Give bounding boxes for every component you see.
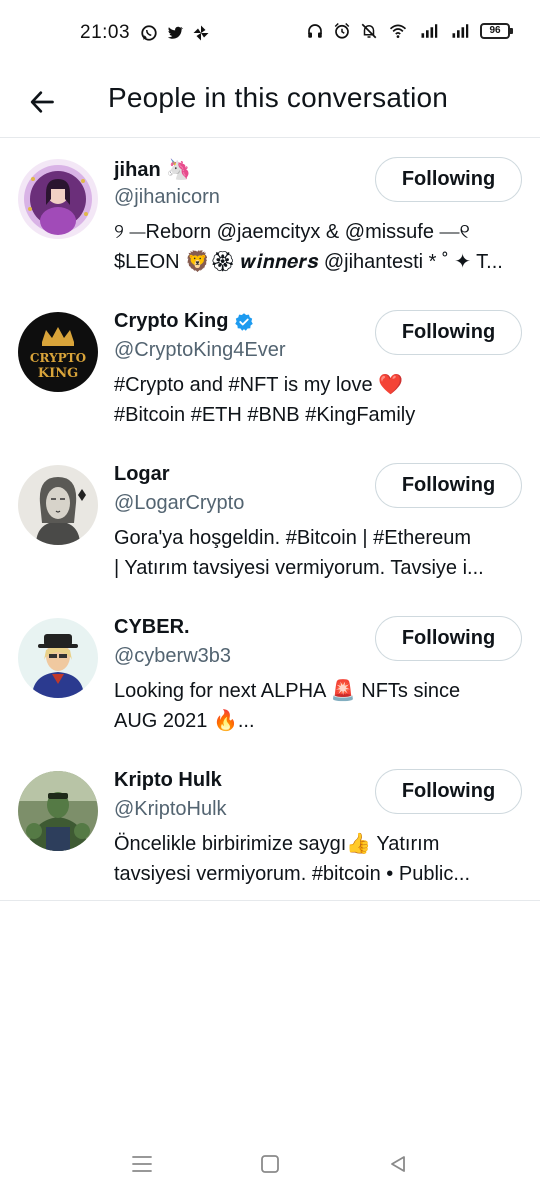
bio-line: ୨ ⎯⎯Reborn @jaemcityx & @missufe ⎯⎯୧ — [114, 221, 470, 243]
home-button[interactable] — [252, 1146, 288, 1182]
bio-line: tavsiyesi vermiyorum. #bitcoin • Public.… — [114, 863, 471, 885]
name-row: Crypto King — [114, 310, 254, 333]
following-button[interactable]: Following — [375, 769, 522, 814]
user-handle[interactable]: @CryptoKing4Ever — [114, 339, 285, 362]
pinwheel-icon — [193, 25, 209, 41]
list-item[interactable]: CRYPTO KING Crypto King @CryptoKing4Ever… — [0, 292, 540, 444]
bio-line: $LEON 🦁🏵 𝒘𝒊𝒏𝒏𝒆𝒓𝒔 @jihantesti * ˚ ✦ T... — [114, 251, 503, 273]
bio-line: | Yatırım tavsiyesi vermiyorum. Tavsiye … — [114, 557, 484, 579]
bio-line: AUG 2021 🔥... — [114, 710, 255, 732]
bio-line: Gora'ya hoşgeldin. #Bitcoin | #Ethereum — [114, 527, 471, 549]
display-name[interactable]: jihan 🦄 — [114, 157, 191, 182]
display-name[interactable]: Kripto Hulk — [114, 769, 222, 792]
avatar-logo-text: CRYPTO — [30, 351, 86, 365]
display-name[interactable]: CYBER. — [114, 616, 190, 639]
list-end-divider — [0, 900, 540, 901]
user-bio: Looking for next ALPHA 🚨 NFTs since AUG … — [114, 676, 524, 736]
list-item[interactable]: Logar @LogarCrypto Gora'ya hoşgeldin. #B… — [0, 445, 540, 597]
back-arrow-icon — [30, 91, 54, 113]
back-triangle-icon — [391, 1156, 405, 1172]
whatsapp-icon — [141, 25, 157, 41]
people-list: jihan 🦄 @jihanicorn ୨ ⎯⎯Reborn @jaemcity… — [0, 139, 540, 903]
page-title: People in this conversation — [108, 82, 449, 113]
bio-line: #Crypto and #NFT is my love ❤️ — [114, 374, 404, 396]
avatar-logo-text: KING — [38, 366, 78, 381]
twitter-icon — [167, 26, 184, 39]
avatar[interactable] — [18, 618, 98, 698]
list-item[interactable]: jihan 🦄 @jihanicorn ୨ ⎯⎯Reborn @jaemcity… — [0, 139, 540, 291]
user-handle[interactable]: @KriptoHulk — [114, 798, 227, 821]
battery-indicator: 96 — [480, 23, 513, 39]
conversation-header: People in this conversation — [0, 70, 540, 138]
recent-apps-button[interactable] — [124, 1146, 160, 1182]
list-item[interactable]: Kripto Hulk @KriptoHulk Öncelikle birbir… — [0, 751, 540, 903]
name-row: Kripto Hulk — [114, 769, 222, 792]
status-time: 21:03 — [80, 22, 131, 43]
bio-line: Öncelikle birbirimize saygı👍 Yatırım — [114, 833, 440, 855]
avatar[interactable]: CRYPTO KING — [18, 312, 98, 392]
name-row: jihan 🦄 — [114, 157, 191, 182]
following-button[interactable]: Following — [375, 616, 522, 661]
following-button[interactable]: Following — [375, 157, 522, 202]
user-handle[interactable]: @LogarCrypto — [114, 492, 244, 515]
user-bio: ୨ ⎯⎯Reborn @jaemcityx & @missufe ⎯⎯୧ $LE… — [114, 217, 524, 277]
following-button[interactable]: Following — [375, 310, 522, 355]
alarm-icon — [334, 22, 350, 39]
name-row: Logar — [114, 463, 170, 486]
bio-line: Looking for next ALPHA 🚨 NFTs since — [114, 680, 461, 702]
user-handle[interactable]: @cyberw3b3 — [114, 645, 231, 668]
headphones-icon — [308, 24, 322, 38]
signal-icon — [452, 24, 469, 38]
wifi-icon — [389, 24, 407, 38]
mute-icon — [361, 23, 377, 39]
user-bio: #Crypto and #NFT is my love ❤️ #Bitcoin … — [114, 370, 524, 430]
avatar[interactable] — [18, 159, 98, 239]
notification-icons — [140, 24, 210, 42]
status-bar: 21:03 96 — [0, 0, 540, 70]
user-bio: Öncelikle birbirimize saygı👍 Yatırım tav… — [114, 829, 524, 889]
menu-icon — [132, 1156, 152, 1172]
display-name[interactable]: Crypto King — [114, 310, 228, 333]
name-row: CYBER. — [114, 616, 190, 639]
bio-line: #Bitcoin #ETH #BNB #KingFamily — [114, 404, 416, 426]
user-bio: Gora'ya hoşgeldin. #Bitcoin | #Ethereum … — [114, 523, 524, 583]
user-handle[interactable]: @jihanicorn — [114, 186, 220, 209]
list-item[interactable]: CYBER. @cyberw3b3 Looking for next ALPHA… — [0, 598, 540, 750]
back-button[interactable] — [22, 82, 62, 122]
display-name[interactable]: Logar — [114, 463, 170, 486]
signal-icon — [421, 24, 438, 38]
system-icons: 96 — [306, 22, 513, 40]
verified-badge-icon — [235, 312, 254, 331]
avatar[interactable] — [18, 465, 98, 545]
home-square-icon — [261, 1155, 279, 1173]
following-button[interactable]: Following — [375, 463, 522, 508]
avatar[interactable] — [18, 771, 98, 851]
system-back-button[interactable] — [380, 1146, 416, 1182]
system-navigation-bar — [0, 1130, 540, 1200]
